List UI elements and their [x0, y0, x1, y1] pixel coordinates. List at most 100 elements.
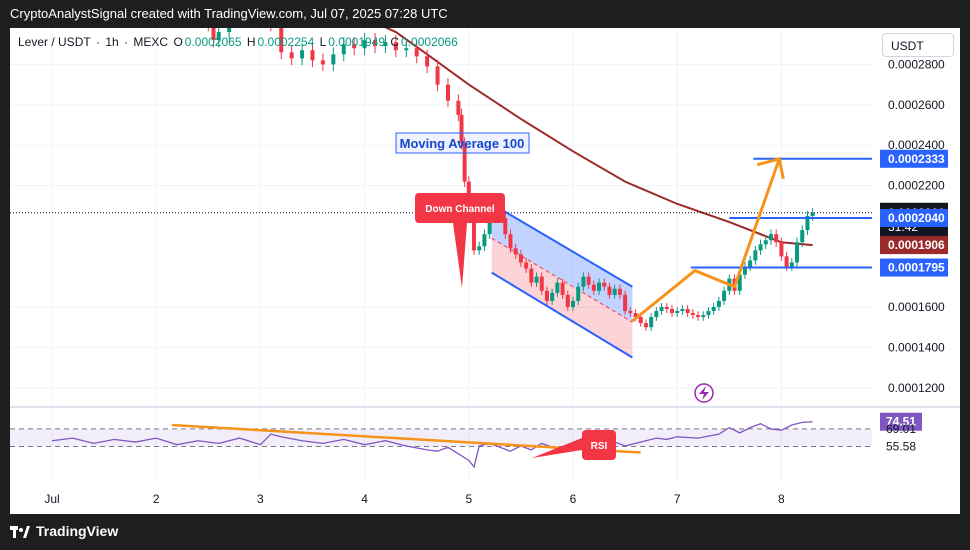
price-tick-label: 0.0002800 — [888, 57, 945, 71]
time-tick-label: 3 — [257, 492, 264, 506]
candle-body — [654, 310, 659, 318]
candle-body — [612, 288, 617, 295]
candles — [207, 28, 815, 331]
time-axis: Jul 2 3 4 5 6 7 8 — [44, 492, 785, 506]
candle-body — [456, 100, 461, 115]
candle-body — [748, 260, 753, 267]
price-tick-label: 0.0001200 — [888, 381, 945, 395]
down-channel-pointer — [453, 223, 467, 288]
candle-body — [664, 306, 669, 309]
candle-body — [529, 268, 534, 283]
candle-body — [795, 242, 800, 263]
ohlc-close-label: C — [390, 35, 400, 49]
candle-body — [414, 48, 419, 57]
candle-body — [534, 276, 539, 283]
candle-body — [289, 52, 294, 59]
candle-body — [685, 308, 690, 314]
candle-body — [560, 282, 565, 295]
down-channel — [491, 202, 633, 359]
currency-button[interactable]: USDT — [882, 33, 954, 57]
ohlc-low-label: L — [319, 35, 327, 49]
candle-body — [768, 234, 773, 241]
tradingview-logo-icon — [10, 525, 30, 538]
rsi-pane: RSI — [10, 421, 872, 469]
candle-body — [300, 50, 305, 59]
candle-body — [758, 244, 763, 251]
candle-body — [544, 290, 549, 301]
candle-body — [690, 313, 695, 316]
price-tick-label: 0.0002200 — [888, 179, 945, 193]
candle-body — [675, 310, 680, 314]
symbol-exchange: MEXC — [133, 35, 169, 49]
time-tick-label: 6 — [570, 492, 577, 506]
candle-body — [435, 66, 440, 85]
projection-arrow-head — [756, 156, 785, 180]
candle-body — [591, 284, 596, 291]
candle-body — [513, 248, 518, 255]
time-tick-label: Jul — [44, 492, 59, 506]
symbol-info: Lever / USDT · 1h · MEXC O 0.0002065 H 0.0… — [18, 35, 458, 49]
ohlc-high-value: 0.0002254 — [257, 35, 315, 49]
candle-body — [477, 246, 482, 251]
candle-body — [701, 315, 706, 318]
symbol-interval[interactable]: 1h — [105, 35, 118, 49]
candle-body — [706, 310, 711, 316]
candle-body — [669, 308, 674, 314]
candlestick-chart[interactable]: Moving Average 100 Down Channel RSI 0.000… — [10, 28, 960, 514]
candle-body — [753, 250, 758, 261]
candle-body — [617, 288, 622, 295]
candle-body — [518, 254, 523, 263]
tradingview-chart-frame: CryptoAnalystSignal created with Trading… — [0, 0, 970, 550]
candle-body — [310, 50, 315, 61]
candle-body — [565, 294, 570, 307]
rsi-level-label: 55.58 — [886, 440, 916, 454]
candle-body — [320, 60, 325, 65]
candle-body — [628, 310, 633, 314]
price-level-label: 0.0001795 — [888, 261, 945, 275]
candle-body — [602, 282, 607, 287]
price-level-label: 0.0001906 — [888, 238, 945, 252]
ohlc-low-value: 0.0001949 — [328, 35, 386, 49]
candle-body — [576, 286, 581, 301]
ohlc-open-label: O — [173, 35, 183, 49]
candle-body — [763, 240, 768, 245]
candle-body — [445, 84, 450, 101]
candle-body — [638, 317, 643, 324]
time-tick-label: 2 — [153, 492, 160, 506]
price-level-label: 0.0002040 — [888, 211, 945, 225]
rsi-level-label: 69.01 — [886, 422, 916, 436]
candle-body — [508, 234, 513, 249]
candle-body — [680, 308, 685, 311]
price-tick-label: 0.0001600 — [888, 300, 945, 314]
tradingview-logo-text: TradingView — [36, 523, 119, 539]
candle-body — [227, 28, 232, 33]
ohlc-close-value: 0.0002066 — [401, 35, 458, 49]
candle-body — [774, 234, 779, 243]
candle-body — [550, 292, 555, 301]
price-axis: 0.00028000.00026000.00024000.00022000.00… — [880, 57, 948, 454]
time-tick-label: 5 — [465, 492, 472, 506]
candle-body — [696, 315, 701, 318]
projection-arrow-line — [631, 158, 781, 323]
pane-separator — [10, 406, 960, 408]
candle-body — [524, 262, 529, 269]
candle-body — [425, 56, 430, 67]
candle-body — [779, 242, 784, 257]
rsi-label: RSI — [591, 441, 608, 452]
candle-body — [581, 276, 586, 287]
candle-body — [331, 54, 336, 65]
symbol-pair[interactable]: Lever / USDT — [18, 35, 91, 49]
chart-area[interactable]: Moving Average 100 Down Channel RSI 0.000… — [10, 28, 960, 514]
price-level-label: 0.0002333 — [888, 152, 945, 166]
ohlc-open-value: 0.0002065 — [184, 35, 242, 49]
candle-body — [659, 306, 664, 311]
time-tick-label: 7 — [674, 492, 681, 506]
tradingview-logo[interactable]: TradingView — [10, 523, 118, 539]
candle-body — [571, 300, 575, 307]
candle-body — [784, 256, 789, 267]
candle-body — [607, 286, 612, 295]
time-tick-label: 4 — [361, 492, 368, 506]
candle-body — [482, 234, 487, 247]
candle-body — [800, 230, 805, 243]
time-tick-label: 8 — [778, 492, 785, 506]
